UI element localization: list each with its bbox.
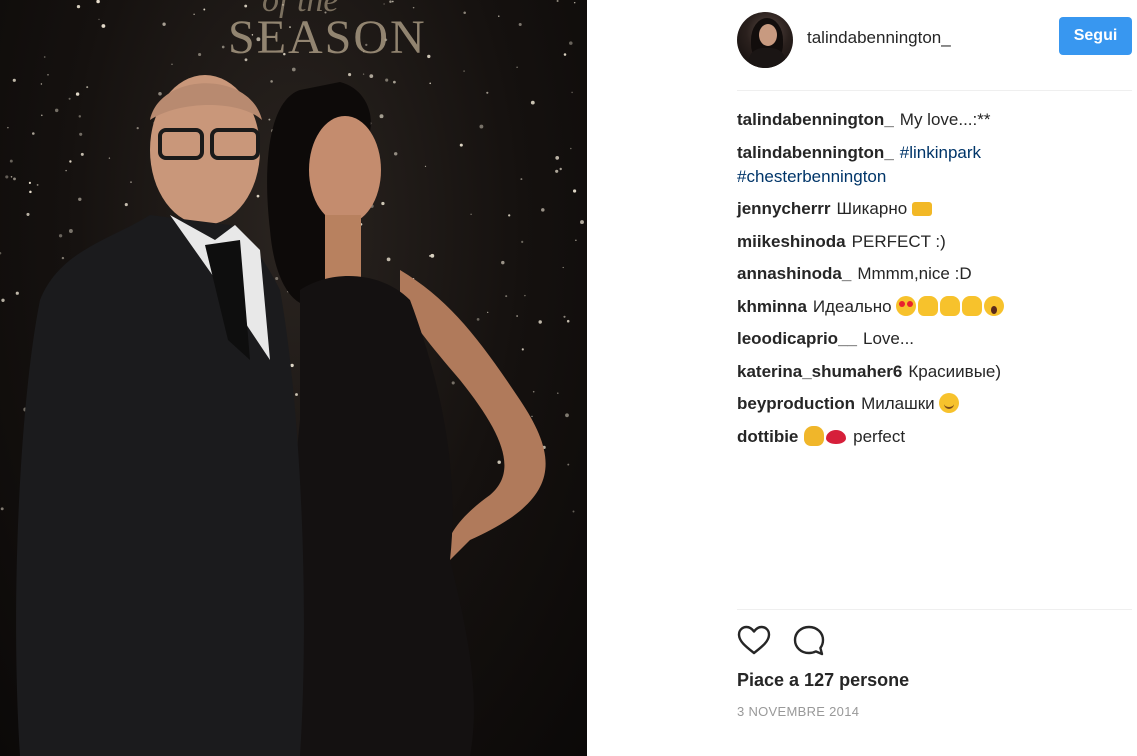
comment-text: Mmmm,nice :D: [857, 264, 972, 283]
thumbs-up-emoji-icon: [918, 295, 939, 316]
comment-item: annashinoda_ Mmmm,nice :D: [737, 262, 1132, 286]
hashtag-link[interactable]: #linkinpark: [900, 143, 981, 162]
comment-text: Красиивые): [908, 361, 1002, 381]
comment-username[interactable]: miikeshinoda: [737, 232, 846, 251]
crown-emoji-icon: [911, 202, 932, 216]
comment-item: katerina_shumaher6 Красиивые): [737, 360, 1132, 384]
follow-button[interactable]: Segui: [1059, 17, 1132, 55]
thumbs-up-emoji-icon: [940, 295, 961, 316]
comment-item: khminna Идеально: [737, 295, 1132, 319]
comment-item: beyproduction Милашки: [737, 392, 1132, 416]
post-photo[interactable]: of the SEASON: [0, 0, 587, 756]
comment-username[interactable]: katerina_shumaher6: [737, 362, 902, 381]
comment-item: talindabennington_ #linkinpark #chesterbe…: [737, 141, 1132, 189]
comments-list: talindabennington_ My love...:** talindab…: [737, 108, 1132, 457]
post-header: talindabennington_ Segui: [737, 0, 1132, 91]
heart-icon[interactable]: [737, 624, 771, 658]
comment-text: Идеально: [812, 296, 892, 316]
comment-username[interactable]: talindabennington_: [737, 110, 894, 129]
comment-item: dottibie perfect: [737, 425, 1132, 449]
comment-username[interactable]: jennycherrr: [737, 199, 831, 218]
comment-username[interactable]: dottibie: [737, 427, 798, 446]
actions-divider: [737, 609, 1132, 610]
hashtag-link[interactable]: #chesterbennington: [737, 167, 886, 186]
couple-figures: [16, 75, 546, 756]
comment-icon[interactable]: [792, 624, 826, 658]
comment-username[interactable]: annashinoda_: [737, 264, 851, 283]
lips-emoji-icon: [826, 429, 847, 444]
comment-text: PERFECT :): [851, 231, 946, 251]
comment-text: My love...:**: [899, 110, 991, 129]
comment-username[interactable]: khminna: [737, 297, 807, 316]
header-username[interactable]: talindabennington_: [807, 28, 951, 48]
comment-text: Шикарно: [836, 199, 908, 218]
likes-count[interactable]: Piace a 127 persone: [737, 670, 909, 691]
clap-emoji-icon: [804, 425, 825, 446]
comment-item: miikeshinoda PERFECT :): [737, 230, 1132, 254]
comment-text: Милашки: [861, 394, 935, 413]
comment-username[interactable]: leoodicaprio__: [737, 329, 857, 348]
avatar[interactable]: [737, 12, 793, 68]
comment-text: Love...: [862, 329, 915, 348]
heart-eyes-emoji-icon: [896, 295, 917, 316]
smile-emoji-icon: [939, 393, 960, 413]
thumbs-up-emoji-icon: [962, 295, 983, 316]
comment-item: talindabennington_ My love...:**: [737, 108, 1132, 132]
comment-item: jennycherrr Шикарно: [737, 197, 1132, 221]
comment-username[interactable]: beyproduction: [737, 394, 855, 413]
comment-text: perfect: [853, 426, 906, 446]
post-date[interactable]: 3 NOVEMBRE 2014: [737, 704, 859, 719]
post-side-panel: talindabennington_ Segui talindabenningt…: [587, 0, 1137, 756]
scream-emoji-icon: [984, 295, 1005, 316]
comment-username[interactable]: talindabennington_: [737, 143, 894, 162]
comment-item: leoodicaprio__ Love...: [737, 327, 1132, 351]
